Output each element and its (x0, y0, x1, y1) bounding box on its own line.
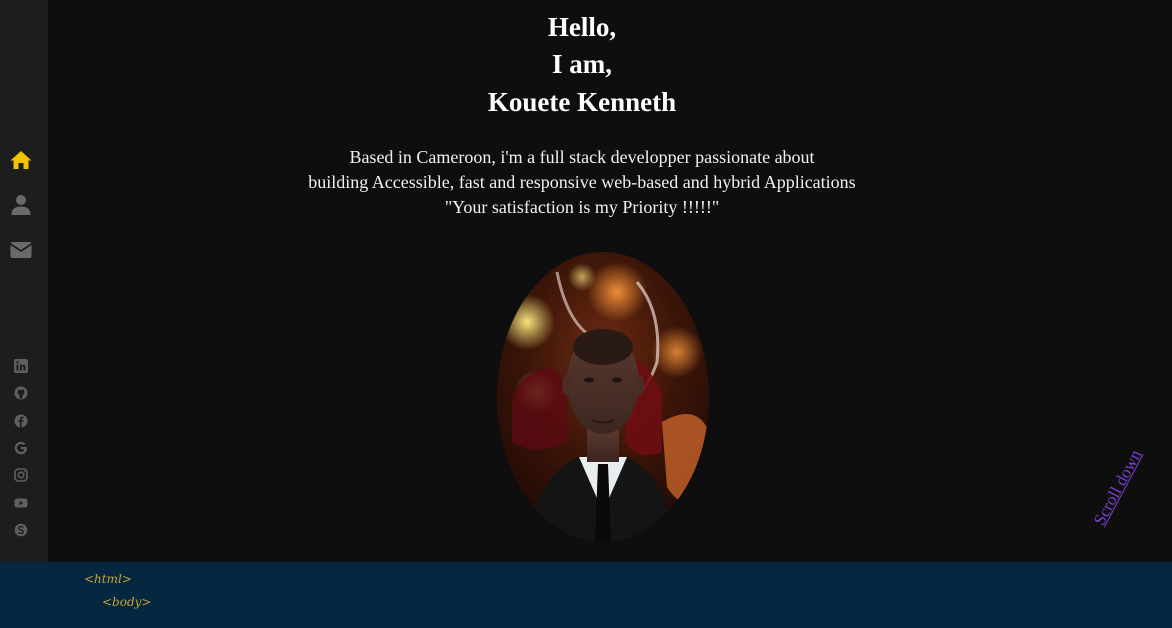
bio-line: building Accessible, fast and responsive… (308, 172, 856, 192)
bio-quote: "Your satisfaction is my Priority !!!!!" (444, 197, 720, 217)
envelope-icon[interactable] (9, 238, 33, 262)
github-icon[interactable] (14, 386, 28, 400)
facebook-icon[interactable] (14, 414, 28, 428)
profile-photo (497, 252, 709, 542)
hero-name: Kouete Kenneth (487, 87, 677, 117)
scroll-down-container: Scroll down (1088, 440, 1148, 528)
google-icon[interactable] (14, 441, 28, 455)
user-icon[interactable] (9, 193, 33, 217)
skype-icon[interactable] (14, 523, 28, 537)
body-tag: <body> (102, 595, 152, 609)
code-tag-band: <html> <body> (0, 562, 1172, 628)
hero-intro: I am, (552, 49, 612, 79)
bio-line: Based in Cameroon, i'm a full stack deve… (349, 147, 815, 167)
html-tag: <html> (84, 572, 132, 586)
hero-section: Hello, I am, Kouete Kenneth Based in Cam… (48, 0, 1172, 562)
home-icon[interactable] (9, 148, 33, 172)
instagram-icon[interactable] (14, 468, 28, 482)
youtube-icon[interactable] (14, 496, 28, 510)
hero-greeting: Hello, (547, 12, 617, 42)
scroll-down-link[interactable]: Scroll down (1090, 431, 1155, 529)
sidebar (0, 0, 48, 562)
linkedin-icon[interactable] (14, 359, 28, 373)
